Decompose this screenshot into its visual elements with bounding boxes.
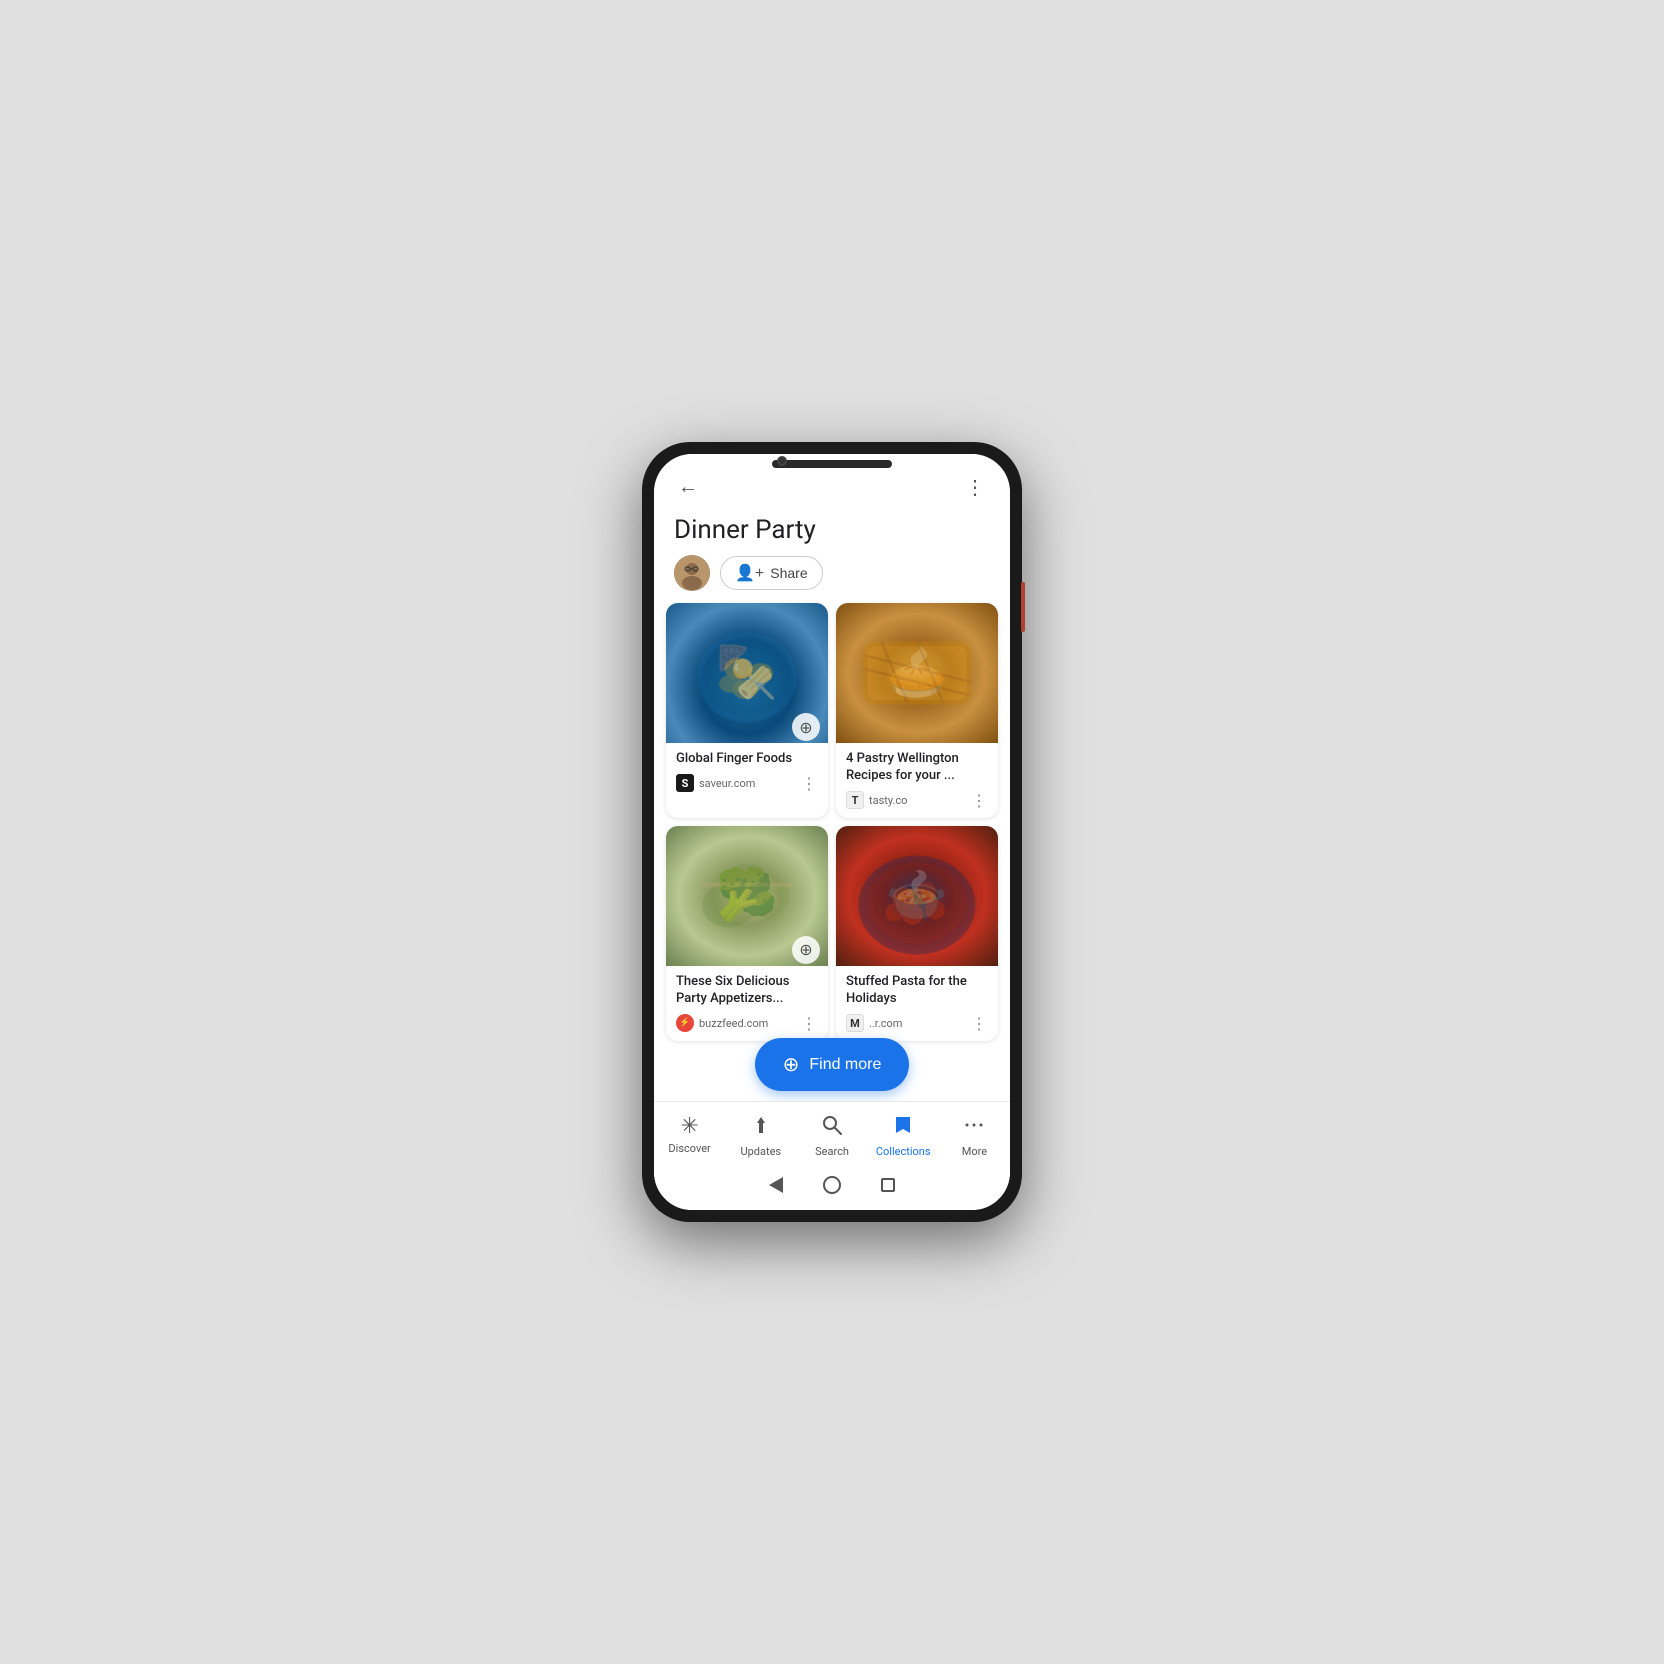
system-home-button[interactable] <box>823 1176 841 1194</box>
find-more-icon: ⊕ <box>783 1052 800 1077</box>
source-info-4: M ..r.com <box>846 1014 902 1032</box>
more-options-button[interactable]: ⋮ <box>961 471 990 503</box>
source-name-2: tasty.co <box>869 794 907 807</box>
header: ← ⋮ <box>654 454 1010 511</box>
app-area: ← ⋮ Dinner Party <box>654 454 1010 1101</box>
discover-icon: ✳ <box>680 1114 698 1139</box>
save-overlay-3[interactable]: ⊕ <box>792 936 820 964</box>
bottom-nav: ✳ Discover Updates <box>654 1101 1010 1166</box>
card-pasta[interactable]: 🍲 <box>836 826 998 1041</box>
card-title-1: Global Finger Foods <box>676 751 818 768</box>
source-logo-4: M <box>846 1014 864 1032</box>
source-info-1: S saveur.com <box>676 774 755 792</box>
nav-label-discover: Discover <box>668 1142 710 1155</box>
title-section: Dinner Party <box>654 511 1010 603</box>
card-source-3: ⚡ buzzfeed.com ⋮ <box>676 1014 818 1033</box>
content-grid: 🍢 <box>654 603 1010 1061</box>
card-menu-1[interactable]: ⋮ <box>801 774 818 793</box>
source-name-1: saveur.com <box>699 777 755 790</box>
back-button[interactable]: ← <box>674 470 702 503</box>
nav-label-updates: Updates <box>741 1145 782 1158</box>
share-icon: 👤+ <box>735 563 764 583</box>
card-wellington[interactable]: 🥧 <box>836 603 998 818</box>
phone-frame: ← ⋮ Dinner Party <box>642 442 1022 1222</box>
nav-item-collections[interactable]: Collections <box>868 1110 939 1162</box>
card-source-1: S saveur.com ⋮ <box>676 774 818 793</box>
source-name-4: ..r.com <box>869 1017 902 1030</box>
nav-label-collections: Collections <box>876 1145 931 1158</box>
nav-label-more: More <box>962 1145 987 1158</box>
updates-icon <box>750 1114 772 1142</box>
card-finger-foods[interactable]: 🍢 <box>666 603 828 818</box>
nav-label-search: Search <box>815 1145 849 1158</box>
collections-icon <box>892 1114 914 1142</box>
scroll-inner: ← ⋮ Dinner Party <box>654 454 1010 1101</box>
user-row: 👤+ Share <box>674 555 990 591</box>
card-menu-4[interactable]: ⋮ <box>971 1014 988 1033</box>
source-logo-2: T <box>846 791 864 809</box>
card-appetizers[interactable]: 🥦 ⊕ These Six Delicious Party <box>666 826 828 1041</box>
card-body-1: Global Finger Foods S saveur.com ⋮ <box>666 743 828 801</box>
save-overlay-1[interactable]: ⊕ <box>792 713 820 741</box>
search-icon <box>821 1114 843 1142</box>
source-name-3: buzzfeed.com <box>699 1017 768 1030</box>
card-source-4: M ..r.com ⋮ <box>846 1014 988 1033</box>
card-title-3: These Six Delicious Party Appetizers... <box>676 974 818 1008</box>
phone-side-button <box>1021 582 1025 632</box>
nav-item-search[interactable]: Search <box>796 1110 867 1162</box>
source-info-2: T tasty.co <box>846 791 907 809</box>
phone-screen: ← ⋮ Dinner Party <box>654 454 1010 1210</box>
card-title-2: 4 Pastry Wellington Recipes for your ... <box>846 751 988 785</box>
card-title-4: Stuffed Pasta for the Holidays <box>846 974 988 1008</box>
avatar-image <box>674 555 710 591</box>
card-image-wellington: 🥧 <box>836 603 998 743</box>
more-icon <box>963 1114 985 1142</box>
find-more-label: Find more <box>809 1056 881 1074</box>
card-body-3: These Six Delicious Party Appetizers... … <box>666 966 828 1041</box>
source-logo-3: ⚡ <box>676 1014 694 1032</box>
nav-item-updates[interactable]: Updates <box>725 1110 796 1162</box>
nav-item-more[interactable]: More <box>939 1110 1010 1162</box>
screen-content: ← ⋮ Dinner Party <box>654 454 1010 1210</box>
share-button[interactable]: 👤+ Share <box>720 556 823 590</box>
system-recent-button[interactable] <box>881 1178 895 1192</box>
source-logo-1: S <box>676 774 694 792</box>
card-source-2: T tasty.co ⋮ <box>846 791 988 810</box>
card-image-pasta: 🍲 <box>836 826 998 966</box>
card-menu-3[interactable]: ⋮ <box>801 1014 818 1033</box>
avatar <box>674 555 710 591</box>
card-body-2: 4 Pastry Wellington Recipes for your ...… <box>836 743 998 818</box>
card-body-4: Stuffed Pasta for the Holidays M ..r.com… <box>836 966 998 1041</box>
share-label: Share <box>770 565 807 581</box>
system-back-button[interactable] <box>769 1177 783 1193</box>
find-more-button[interactable]: ⊕ Find more <box>755 1038 910 1091</box>
system-nav <box>654 1166 1010 1210</box>
nav-item-discover[interactable]: ✳ Discover <box>654 1110 725 1162</box>
source-info-3: ⚡ buzzfeed.com <box>676 1014 768 1032</box>
card-menu-2[interactable]: ⋮ <box>971 791 988 810</box>
page-title: Dinner Party <box>674 515 990 545</box>
